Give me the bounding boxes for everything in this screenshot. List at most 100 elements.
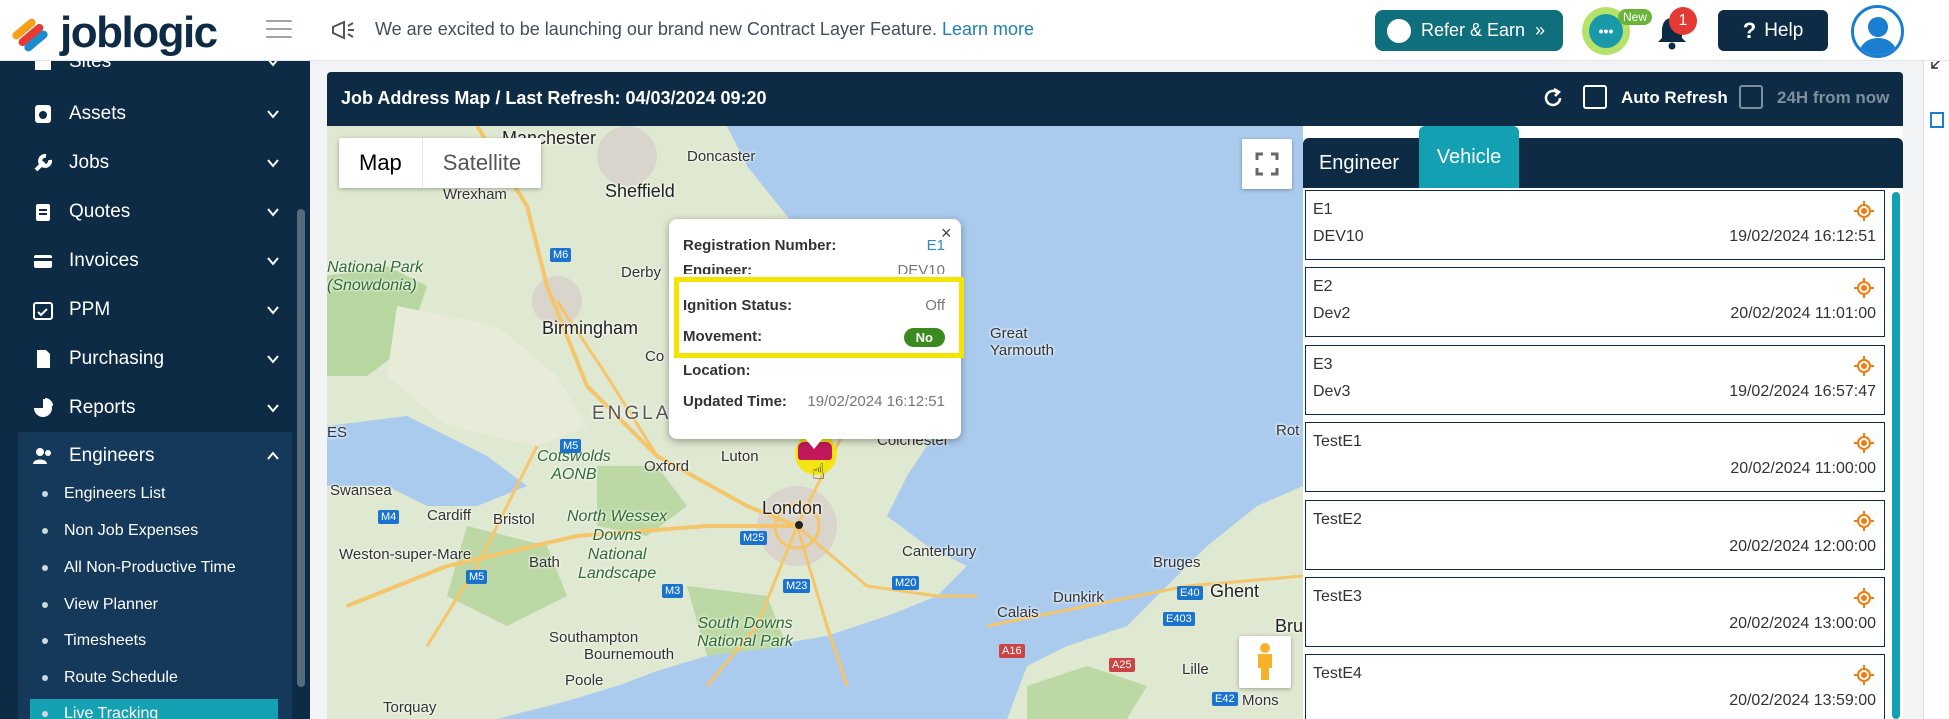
map-label: Calais	[997, 604, 1039, 621]
subitem-live-tracking[interactable]: Live Tracking	[42, 705, 158, 719]
road-shield: A25	[1109, 658, 1135, 672]
refer-earn-button[interactable]: Refer & Earn »	[1375, 10, 1563, 51]
subitem-non-productive-time[interactable]: All Non-Productive Time	[42, 559, 236, 577]
road-shield: A16	[999, 644, 1025, 658]
double-chevron-icon: »	[1535, 20, 1546, 40]
sidebar-item-label: Assets	[69, 103, 127, 124]
map-view-button[interactable]: Map	[339, 138, 422, 188]
sidebar-item-invoices[interactable]: Invoices	[0, 238, 292, 284]
map-label: Ghent	[1210, 581, 1260, 601]
assets-icon	[35, 105, 51, 123]
subitem-non-job-expenses[interactable]: Non Job Expenses	[42, 522, 198, 540]
menu-toggle-icon[interactable]	[266, 20, 292, 38]
subitem-label: Live Tracking	[64, 705, 159, 719]
subitem-route-schedule[interactable]: Route Schedule	[42, 669, 178, 687]
top-bar: joblogic We are excited to be launching …	[0, 0, 1949, 61]
new-badge: New	[1618, 9, 1653, 25]
sidebar-item-label: Jobs	[69, 152, 110, 173]
tab-engineer[interactable]: Engineer	[1303, 138, 1415, 188]
chevron-down-icon	[267, 306, 279, 315]
vehicle-list-item[interactable]: TestE4 20/02/2024 13:59:00	[1305, 654, 1885, 719]
satellite-view-button[interactable]: Satellite	[421, 138, 541, 188]
subitem-view-planner[interactable]: View Planner	[42, 596, 158, 614]
vehicle-list-item[interactable]: E2 Dev2 20/02/2024 11:01:00	[1305, 267, 1885, 337]
vehicle-time: 19/02/2024 16:57:47	[1729, 383, 1876, 400]
notification-count-badge: 1	[1669, 7, 1697, 35]
vehicle-engineer: Dev3	[1313, 383, 1351, 400]
sidebar-scrollbar[interactable]	[297, 209, 305, 687]
subitem-engineers-list[interactable]: Engineers List	[42, 485, 165, 503]
wrench-icon	[34, 153, 53, 172]
info-window-tail	[804, 437, 824, 449]
road-shield: E403	[1163, 612, 1195, 626]
subitem-timesheets[interactable]: Timesheets	[42, 632, 146, 650]
sidebar-item-label: Invoices	[69, 250, 139, 271]
panel-icon[interactable]	[1930, 112, 1944, 128]
street-view-pegman[interactable]	[1239, 636, 1291, 688]
tab-vehicle[interactable]: Vehicle	[1419, 126, 1519, 188]
map-label: Bru	[1275, 616, 1303, 636]
map-panel-header: Job Address Map / Last Refresh: 04/03/20…	[327, 72, 1903, 126]
fullscreen-icon	[1255, 152, 1279, 176]
calendar-icon	[33, 302, 53, 320]
sidebar-item-label: Purchasing	[69, 348, 165, 369]
subitem-label: Route Schedule	[64, 669, 178, 686]
map-label: Bruges	[1153, 554, 1201, 571]
refresh-icon[interactable]	[1541, 86, 1565, 110]
users-icon	[33, 448, 51, 464]
info-updated-row: Updated Time: 19/02/2024 16:12:51	[683, 393, 945, 410]
map-label: Sheffield	[605, 181, 675, 201]
vehicle-list-item[interactable]: E1 DEV10 19/02/2024 16:12:51	[1305, 190, 1885, 260]
locate-icon[interactable]	[1854, 433, 1874, 453]
sidebar-item-jobs[interactable]: Jobs	[0, 140, 292, 186]
sidebar-item-assets[interactable]: Assets	[0, 91, 292, 137]
locate-icon[interactable]	[1854, 665, 1874, 685]
locate-icon[interactable]	[1854, 201, 1874, 221]
vehicle-time: 20/02/2024 13:59:00	[1729, 692, 1876, 709]
info-label: Location:	[683, 362, 751, 379]
help-label: Help	[1764, 19, 1804, 41]
info-value[interactable]: E1	[927, 237, 945, 254]
locate-icon[interactable]	[1854, 588, 1874, 608]
sidebar-item-ppm[interactable]: PPM	[0, 287, 292, 333]
map-label: Canterbury	[902, 543, 977, 560]
sidebar-item-quotes[interactable]: Quotes	[0, 189, 292, 235]
vehicle-reg: E2	[1313, 278, 1333, 295]
map-label: Poole	[565, 672, 604, 689]
vehicle-list-item[interactable]: E3 Dev3 19/02/2024 16:57:47	[1305, 345, 1885, 415]
learn-more-link[interactable]: Learn more	[942, 19, 1034, 39]
vehicle-engineer: Dev2	[1313, 305, 1351, 322]
refer-icon	[1387, 18, 1411, 43]
info-registration-row: Registration Number: E1	[683, 237, 945, 254]
auto-refresh-label: Auto Refresh	[1621, 88, 1728, 107]
clipboard-icon	[36, 204, 50, 221]
locate-icon[interactable]	[1854, 356, 1874, 376]
pie-chart-icon	[34, 398, 53, 417]
vehicle-list-scrollbar[interactable]	[1892, 192, 1900, 719]
help-button[interactable]: ? Help	[1718, 10, 1828, 51]
sidebar-item-reports[interactable]: Reports	[0, 385, 292, 431]
page-title-text: Job Address Map	[341, 88, 491, 108]
right-edge-panel: Fi	[1923, 0, 1949, 719]
user-avatar[interactable]	[1851, 5, 1904, 58]
vehicle-list-item[interactable]: TestE1 20/02/2024 11:00:00	[1305, 422, 1885, 492]
sidebar-item-label: Engineers	[69, 445, 155, 466]
vehicle-reg: TestE3	[1313, 588, 1362, 605]
map-label: Doncaster	[687, 148, 756, 165]
vehicle-list-item[interactable]: TestE3 20/02/2024 13:00:00	[1305, 577, 1885, 647]
sidebar-item-sites[interactable]: Sites	[0, 61, 292, 85]
fullscreen-button[interactable]	[1242, 139, 1292, 189]
map-label: Derby	[621, 264, 662, 281]
24h-checkbox[interactable]	[1739, 85, 1763, 109]
sidebar-item-engineers[interactable]: Engineers	[0, 433, 292, 479]
map-label: Torquay	[383, 699, 437, 716]
vehicle-reg: TestE1	[1313, 433, 1362, 450]
joblogic-logo[interactable]: joblogic	[6, 8, 218, 58]
vehicle-list-item[interactable]: TestE2 20/02/2024 12:00:00	[1305, 500, 1885, 570]
road-shield: E40	[1177, 586, 1203, 600]
refer-label: Refer & Earn	[1421, 20, 1526, 40]
auto-refresh-checkbox[interactable]	[1583, 85, 1607, 109]
sidebar-item-purchasing[interactable]: Purchasing	[0, 336, 292, 382]
locate-icon[interactable]	[1854, 278, 1874, 298]
locate-icon[interactable]	[1854, 511, 1874, 531]
